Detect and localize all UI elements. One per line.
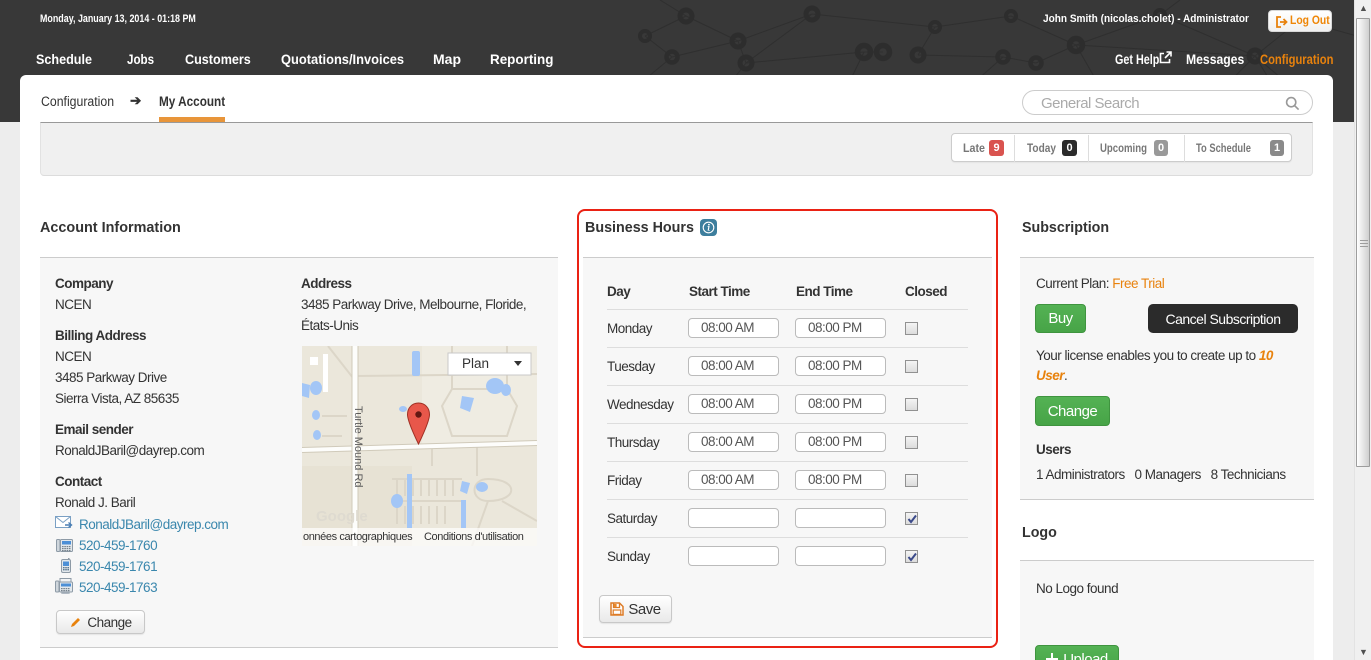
svg-text:Turtle Mound Rd: Turtle Mound Rd (352, 406, 364, 488)
svg-text:Plan: Plan (462, 356, 489, 371)
svg-text:onnées cartographiques: onnées cartographiques (303, 531, 413, 543)
svg-text:Conditions d'utilisation: Conditions d'utilisation (424, 531, 524, 543)
svg-text:Google: Google (316, 508, 368, 525)
